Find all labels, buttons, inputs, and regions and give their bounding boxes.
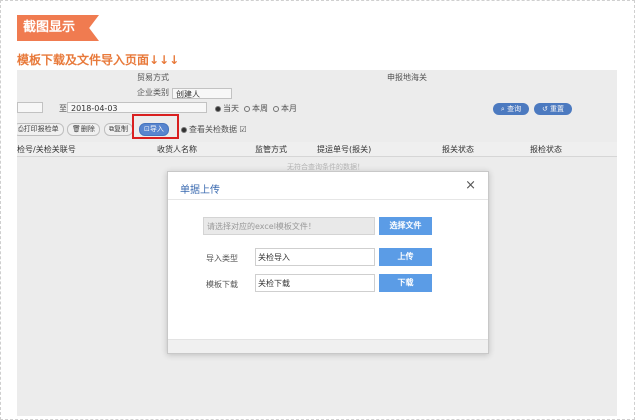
section-subtitle: 模板下载及文件导入页面↓↓↓: [17, 53, 180, 67]
upload-button[interactable]: 上传: [379, 248, 432, 266]
close-icon[interactable]: ×: [465, 178, 476, 193]
file-path-input[interactable]: 请选择对应的excel模板文件！: [203, 217, 375, 235]
upload-dialog: 单据上传 × 请选择对应的excel模板文件！ 选择文件 导入类型 关检导入 上…: [167, 171, 489, 354]
import-type-label: 导入类型: [206, 254, 238, 263]
dialog-footer: [168, 339, 488, 353]
choose-file-button[interactable]: 选择文件: [379, 217, 432, 235]
template-download-field[interactable]: 关检下载: [255, 274, 375, 292]
template-download-label: 模板下载: [206, 280, 238, 289]
app-screenshot: 贸易方式 申报地海关 企业类别 创建人 至 2018-04-03 当天 本周 本…: [17, 70, 617, 416]
section-ribbon: 截图显示: [17, 15, 99, 41]
dialog-title: 单据上传: [180, 185, 220, 196]
download-button[interactable]: 下载: [379, 274, 432, 292]
import-type-field[interactable]: 关检导入: [255, 248, 375, 266]
dialog-divider: [168, 199, 488, 200]
